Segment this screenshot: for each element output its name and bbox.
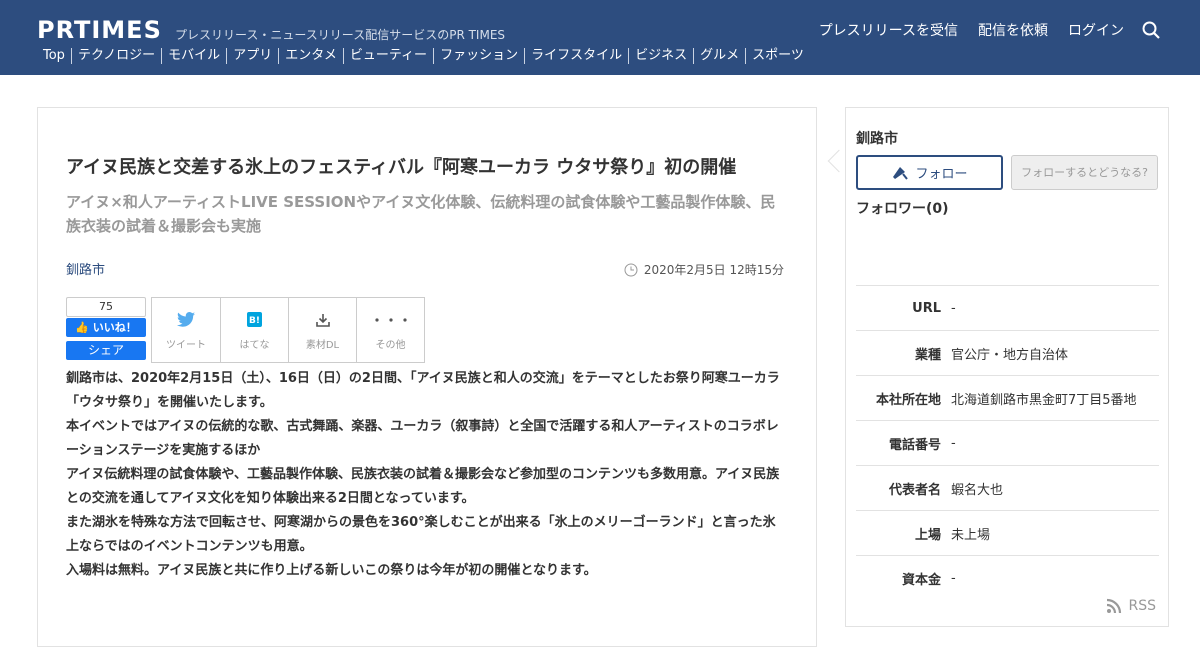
site-logo[interactable]: PRTIMES <box>37 16 162 44</box>
rss-icon <box>1107 598 1122 614</box>
info-value: 未上場 <box>951 527 991 543</box>
rss-label: RSS <box>1128 598 1156 614</box>
site-tagline: プレスリリース・ニュースリリース配信サービスのPR TIMES <box>175 28 506 42</box>
body-paragraph: 本イベントではアイヌの伝統的な歌、古式舞踊、楽器、ユーカラ（叙事詩）と全国で活躍… <box>66 419 779 458</box>
like-label: いいね！ <box>92 321 137 334</box>
category-entertainment[interactable]: エンタメ <box>278 48 343 64</box>
category-technology[interactable]: テクノロジー <box>70 48 161 64</box>
follow-icon <box>893 166 909 180</box>
company-name[interactable]: 釧路市 <box>856 128 898 148</box>
article-title: アイヌ民族と交差する氷上のフェスティバル『阿寒ユーカラ ウタサ祭り』初の開催 <box>66 157 737 178</box>
company-link[interactable]: 釧路市 <box>66 259 105 278</box>
category-apps[interactable]: アプリ <box>226 48 278 64</box>
category-top[interactable]: Top <box>37 48 71 64</box>
info-key: 業種 <box>914 347 941 363</box>
category-nav: Top テクノロジー モバイル アプリ エンタメ ビューティー ファッション ラ… <box>37 48 810 64</box>
like-count: 75 <box>66 297 146 317</box>
body-paragraph: 釧路市は、2020年2月15日（土）、16日（日）の2日間、「アイヌ民族と和人の… <box>66 371 780 410</box>
receive-releases-link[interactable]: プレスリリースを受信 <box>819 20 958 40</box>
info-row-representative: 代表者名 蝦名大也 <box>856 465 1159 510</box>
tweet-label: ツイート <box>166 339 206 351</box>
info-key: 本社所在地 <box>875 392 941 408</box>
category-mobile[interactable]: モバイル <box>161 48 226 64</box>
thumbs-up-icon: 👍 <box>75 321 93 334</box>
download-icon <box>315 313 330 327</box>
category-beauty[interactable]: ビューティー <box>342 48 433 64</box>
company-sidebar: 釧路市 フォロー フォローするとどうなる? フォロワー(0) URL - 業種 … <box>845 107 1169 627</box>
hatena-label: はてな <box>239 339 270 351</box>
tweet-button[interactable]: ツイート <box>152 298 220 362</box>
request-distribution-link[interactable]: 配信を依頼 <box>978 20 1048 40</box>
login-link[interactable]: ログイン <box>1068 20 1124 40</box>
info-row-capital: 資本金 - <box>856 555 1159 600</box>
like-button[interactable]: 👍 いいね！ <box>66 318 146 337</box>
facebook-like-box: 75 👍 いいね！ シェア <box>66 297 146 362</box>
twitter-icon <box>177 312 195 327</box>
category-gourmet[interactable]: グルメ <box>693 48 745 64</box>
download-label: 素材DL <box>305 339 340 351</box>
date-text: 2020年2月5日 12時15分 <box>643 263 784 277</box>
body-paragraph: また湖氷を特殊な方法で回転させ、阿寒湖からの景色を360°楽しむことが出来る「氷… <box>66 515 776 554</box>
more-share-button[interactable]: その他 <box>356 298 424 362</box>
info-value: - <box>951 570 956 586</box>
info-row-industry: 業種 官公庁・地方自治体 <box>856 330 1159 375</box>
category-business[interactable]: ビジネス <box>628 48 693 64</box>
article-body: 釧路市は、2020年2月15日（土）、16日（日）の2日間、「アイヌ民族と和人の… <box>66 367 786 583</box>
body-paragraph: 入場料は無料。アイヌ民族と共に作り上げる新しいこの祭りは今年が初の開催となります… <box>66 563 597 578</box>
category-sports[interactable]: スポーツ <box>745 48 810 64</box>
svg-text:B!: B! <box>249 316 260 326</box>
info-value: - <box>951 300 956 316</box>
body-paragraph: アイヌ伝統料理の試食体験や、工藝品製作体験、民族衣装の試着＆撮影会など参加型のコ… <box>66 467 780 506</box>
info-row-address: 本社所在地 北海道釧路市黒金町7丁目5番地 <box>856 375 1159 420</box>
follow-button[interactable]: フォロー <box>856 155 1003 190</box>
info-row-phone: 電話番号 - <box>856 420 1159 465</box>
follow-label: フォロー <box>915 167 968 182</box>
article-card: アイヌ民族と交差する氷上のフェスティバル『阿寒ユーカラ ウタサ祭り』初の開催 ア… <box>37 107 817 647</box>
share-buttons: ツイート B! はてな 素材DL その他 <box>151 297 425 363</box>
publish-date: 2020年2月5日 12時15分 <box>624 261 784 278</box>
more-label: その他 <box>375 339 406 351</box>
rss-link[interactable]: RSS <box>1106 598 1156 614</box>
info-row-listing: 上場 未上場 <box>856 510 1159 555</box>
follow-help-button[interactable]: フォローするとどうなる? <box>1011 155 1158 190</box>
follower-count: フォロワー(0) <box>856 201 949 217</box>
info-key: 資本金 <box>901 572 941 588</box>
info-value: - <box>951 435 956 451</box>
site-header: PRTIMES プレスリリース・ニュースリリース配信サービスのPR TIMES … <box>0 0 1200 75</box>
info-row-url: URL - <box>856 285 1159 330</box>
category-lifestyle[interactable]: ライフスタイル <box>524 48 628 64</box>
hatena-button[interactable]: B! はてな <box>220 298 288 362</box>
info-key: URL <box>912 300 941 316</box>
company-info-table: URL - 業種 官公庁・地方自治体 本社所在地 北海道釧路市黒金町7丁目5番地… <box>856 285 1159 600</box>
search-icon[interactable] <box>1142 21 1160 39</box>
download-assets-button[interactable]: 素材DL <box>288 298 356 362</box>
category-fashion[interactable]: ファッション <box>433 48 524 64</box>
header-nav: プレスリリースを受信 配信を依頼 ログイン <box>799 20 1160 40</box>
article-subtitle: アイヌ×和人アーティストLIVE SESSIONやアイヌ文化体験、伝統料理の試食… <box>66 193 776 235</box>
info-value[interactable]: 官公庁・地方自治体 <box>951 344 1068 363</box>
info-key: 上場 <box>914 527 941 543</box>
more-dots-icon <box>374 317 407 322</box>
clock-icon <box>624 263 638 276</box>
info-value: 北海道釧路市黒金町7丁目5番地 <box>951 392 1137 408</box>
info-key: 代表者名 <box>888 482 941 498</box>
info-value: 蝦名大也 <box>951 482 1004 498</box>
hatena-icon: B! <box>247 312 262 327</box>
info-key: 電話番号 <box>888 437 941 453</box>
facebook-share-button[interactable]: シェア <box>66 341 146 360</box>
